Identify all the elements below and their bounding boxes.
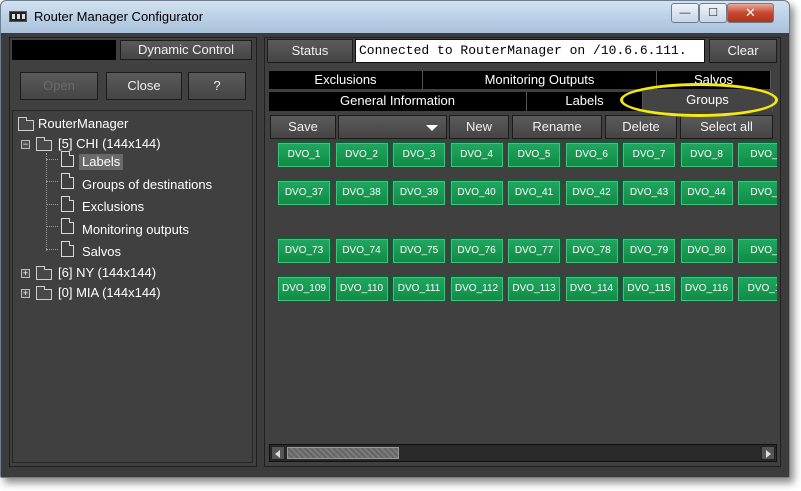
window-title: Router Manager Configurator bbox=[34, 9, 204, 24]
destination-button[interactable]: DVO_115 bbox=[622, 276, 676, 302]
arrow-left-icon bbox=[275, 450, 280, 458]
tab-exclusions[interactable]: Exclusions bbox=[269, 71, 423, 89]
destination-button[interactable]: DVO_1 bbox=[277, 142, 331, 168]
destination-button[interactable]: DVO_3 bbox=[392, 142, 446, 168]
arrow-right-icon bbox=[766, 450, 771, 458]
destination-button[interactable]: DVO_2 bbox=[334, 142, 389, 168]
expand-icon[interactable]: + bbox=[21, 269, 30, 278]
title-bar: Router Manager Configurator — ☐ ✕ bbox=[1, 1, 789, 33]
destination-button[interactable]: DVO_78 bbox=[564, 238, 619, 264]
destination-button[interactable]: DVO_6 bbox=[564, 142, 619, 168]
tree-connector bbox=[46, 249, 58, 250]
document-icon bbox=[61, 241, 74, 257]
status-button[interactable]: Status bbox=[267, 39, 353, 63]
destination-button[interactable]: DVO_114 bbox=[564, 276, 619, 302]
destination-button[interactable]: DVO_111 bbox=[392, 276, 446, 302]
scroll-right-button[interactable] bbox=[761, 446, 775, 460]
groups-highlight-ring bbox=[620, 83, 778, 117]
destination-button[interactable]: DVO_41 bbox=[507, 180, 561, 206]
tree-root[interactable]: RouterManager bbox=[38, 116, 128, 132]
destination-button[interactable]: DVO_ bbox=[737, 142, 777, 168]
document-icon bbox=[61, 151, 74, 167]
folder-icon bbox=[18, 117, 34, 131]
destination-button[interactable]: DVO_37 bbox=[277, 180, 331, 206]
document-icon bbox=[61, 218, 74, 234]
destination-button[interactable]: DVO_40 bbox=[449, 180, 504, 206]
collapse-icon[interactable]: − bbox=[21, 140, 30, 149]
new-button[interactable]: New bbox=[449, 115, 509, 139]
destination-button[interactable]: DVO_116 bbox=[679, 276, 734, 302]
tree-connector bbox=[46, 204, 58, 205]
document-icon bbox=[61, 196, 74, 212]
status-field: Connected to RouterManager on /10.6.6.11… bbox=[355, 39, 705, 63]
tree-node-exclusions[interactable]: Exclusions bbox=[82, 199, 144, 215]
destination-button[interactable]: DVO_112 bbox=[449, 276, 504, 302]
folder-icon bbox=[36, 266, 52, 280]
close-window-button[interactable]: ✕ bbox=[727, 3, 774, 23]
destination-button[interactable]: DVO_39 bbox=[392, 180, 446, 206]
app-window: Router Manager Configurator — ☐ ✕ Dynami… bbox=[0, 0, 790, 478]
dynamic-control-tab[interactable]: Dynamic Control bbox=[120, 40, 252, 60]
rename-button[interactable]: Rename bbox=[512, 115, 602, 139]
chevron-down-icon bbox=[426, 125, 438, 131]
scroll-thumb[interactable] bbox=[287, 447, 399, 459]
tree-connector bbox=[46, 159, 58, 160]
tree-connector bbox=[46, 181, 58, 182]
destination-button[interactable]: DVO_77 bbox=[507, 238, 561, 264]
destination-button[interactable]: DVO_ bbox=[737, 180, 777, 206]
close-button[interactable]: Close bbox=[106, 72, 182, 100]
destination-button[interactable]: DVO_73 bbox=[277, 238, 331, 264]
tree-node-monitoring[interactable]: Monitoring outputs bbox=[82, 222, 189, 238]
tree-node-groups[interactable]: Groups of destinations bbox=[82, 177, 212, 193]
tree-connector bbox=[46, 153, 47, 251]
destination-button[interactable]: DVO_79 bbox=[622, 238, 676, 264]
destination-button[interactable]: DVO_109 bbox=[277, 276, 331, 302]
destination-button[interactable]: DVO_ bbox=[737, 238, 777, 264]
tree-node-chi[interactable]: [5] CHI (144x144) bbox=[58, 136, 161, 152]
destination-grid: DVO_1 DVO_2 DVO_3 DVO_4 DVO_5 DVO_6 DVO_7 DVO_8… bbox=[269, 140, 777, 442]
destination-button[interactable]: DVO_76 bbox=[449, 238, 504, 264]
router-tree[interactable]: RouterManager − [5] CHI (144x144) Labels… bbox=[12, 110, 253, 463]
left-panel: Dynamic Control Open Close ? RouterManag… bbox=[9, 37, 257, 467]
destination-button[interactable]: DVO_113 bbox=[507, 276, 561, 302]
delete-button[interactable]: Delete bbox=[605, 115, 677, 139]
clear-button[interactable]: Clear bbox=[709, 39, 777, 63]
maximize-button[interactable]: ☐ bbox=[699, 3, 727, 23]
tab-monitoring-outputs[interactable]: Monitoring Outputs bbox=[423, 71, 657, 89]
select-all-button[interactable]: Select all bbox=[680, 115, 773, 139]
destination-button[interactable]: DVO_44 bbox=[679, 180, 734, 206]
folder-icon bbox=[36, 286, 52, 300]
tree-node-mia[interactable]: [0] MIA (144x144) bbox=[58, 285, 161, 301]
save-button[interactable]: Save bbox=[270, 115, 336, 139]
destination-button[interactable]: DVO_75 bbox=[392, 238, 446, 264]
open-button[interactable]: Open bbox=[20, 72, 98, 100]
destination-button[interactable]: DVO_1 bbox=[737, 276, 777, 302]
destination-button[interactable]: DVO_42 bbox=[564, 180, 619, 206]
help-button[interactable]: ? bbox=[188, 72, 246, 100]
horizontal-scrollbar[interactable] bbox=[269, 444, 777, 462]
tree-connector bbox=[46, 226, 58, 227]
expand-icon[interactable]: + bbox=[21, 289, 30, 298]
destination-button[interactable]: DVO_5 bbox=[507, 142, 561, 168]
minimize-button[interactable]: — bbox=[671, 3, 699, 23]
destination-button[interactable]: DVO_43 bbox=[622, 180, 676, 206]
group-select[interactable] bbox=[338, 115, 447, 139]
scroll-left-button[interactable] bbox=[271, 446, 285, 460]
destination-button[interactable]: DVO_7 bbox=[622, 142, 676, 168]
document-icon bbox=[61, 173, 74, 189]
app-icon bbox=[9, 11, 27, 22]
destination-button[interactable]: DVO_80 bbox=[679, 238, 734, 264]
tree-node-salvos[interactable]: Salvos bbox=[82, 244, 121, 260]
destination-button[interactable]: DVO_110 bbox=[334, 276, 389, 302]
destination-button[interactable]: DVO_38 bbox=[334, 180, 389, 206]
router-name-box bbox=[12, 40, 116, 60]
destination-button[interactable]: DVO_74 bbox=[334, 238, 389, 264]
tab-general-information[interactable]: General Information bbox=[269, 92, 527, 111]
tree-node-labels[interactable]: Labels bbox=[79, 154, 124, 170]
tree-node-ny[interactable]: [6] NY (144x144) bbox=[58, 265, 156, 281]
destination-button[interactable]: DVO_4 bbox=[449, 142, 504, 168]
destination-button[interactable]: DVO_8 bbox=[679, 142, 734, 168]
folder-icon bbox=[36, 137, 52, 151]
